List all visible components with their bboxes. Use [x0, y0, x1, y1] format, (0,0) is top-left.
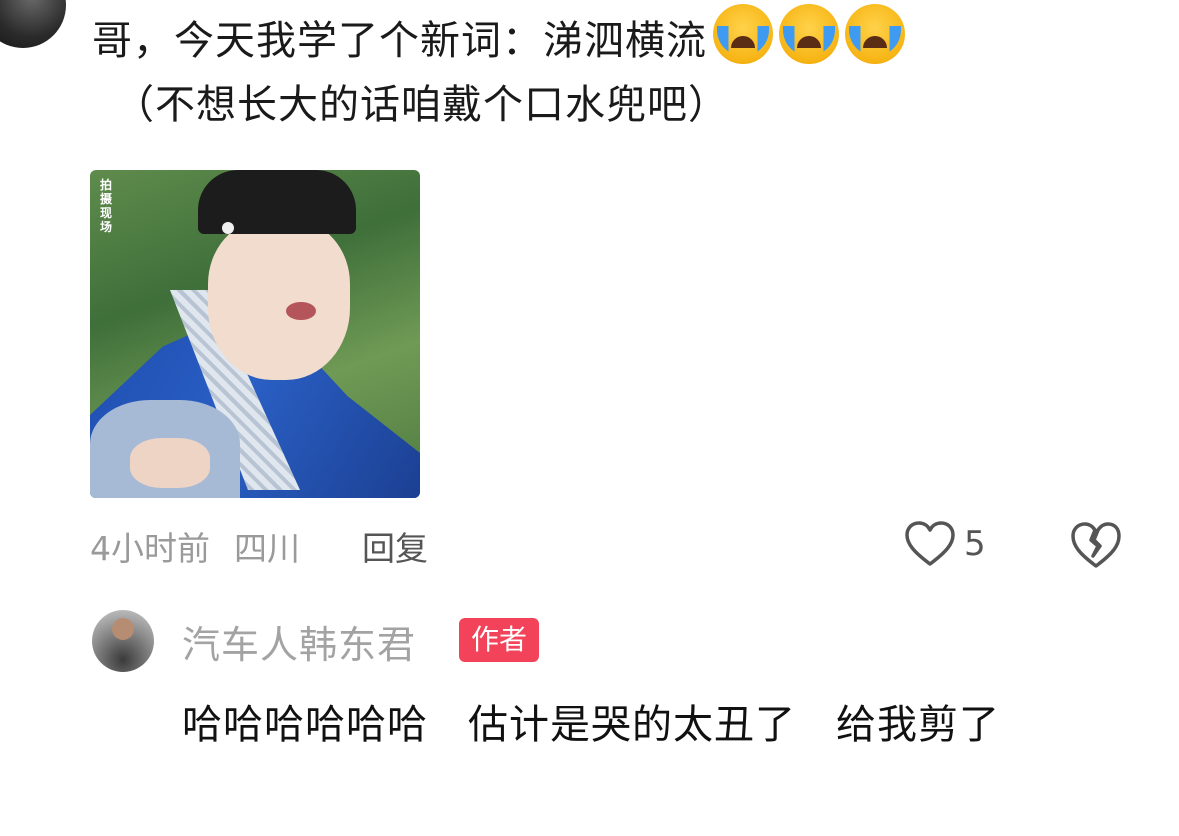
comment-region: 四川 — [234, 529, 300, 568]
comment-meta: 4小时前 四川 回复 — [90, 522, 428, 570]
author-badge: 作者 — [459, 618, 540, 662]
broken-heart-icon[interactable] — [1070, 520, 1122, 570]
reply-text-part1: 哈哈哈哈哈哈 — [182, 702, 428, 748]
like-count: 5 — [964, 524, 986, 564]
crying-face-icon — [713, 4, 773, 64]
image-hand — [130, 438, 210, 488]
like-button[interactable]: 5 — [904, 520, 986, 568]
crying-face-icon — [779, 4, 839, 64]
reply-button[interactable]: 回复 — [362, 522, 428, 570]
heart-icon — [905, 521, 955, 566]
author-avatar[interactable] — [92, 610, 154, 672]
reply-body: 哈哈哈哈哈哈 估计是哭的太丑了 给我剪了 — [182, 690, 1142, 760]
image-face — [208, 220, 350, 380]
comment-text-line1: 哥，今天我学了个新词：涕泗横流 — [92, 18, 707, 64]
image-mouth — [286, 302, 316, 320]
image-hat-ornament — [222, 222, 234, 234]
commenter-avatar[interactable] — [0, 0, 66, 48]
reply-username[interactable]: 汽车人韩东君 — [182, 614, 416, 669]
comment-image[interactable]: 拍摄现场 — [90, 170, 420, 498]
comment-body: 哥，今天我学了个新词：涕泗横流 （不想长大的话咱戴个口水兜吧） — [92, 4, 1152, 137]
image-watermark: 拍摄现场 — [100, 178, 113, 234]
comment-time: 4小时前 — [90, 529, 210, 568]
reply-text-part3: 给我剪了 — [836, 702, 1000, 748]
reply-text-part2: 估计是哭的太丑了 — [468, 702, 796, 748]
crying-face-icon — [845, 4, 905, 64]
comment-text-line2: （不想长大的话咱戴个口水兜吧） — [114, 82, 729, 128]
